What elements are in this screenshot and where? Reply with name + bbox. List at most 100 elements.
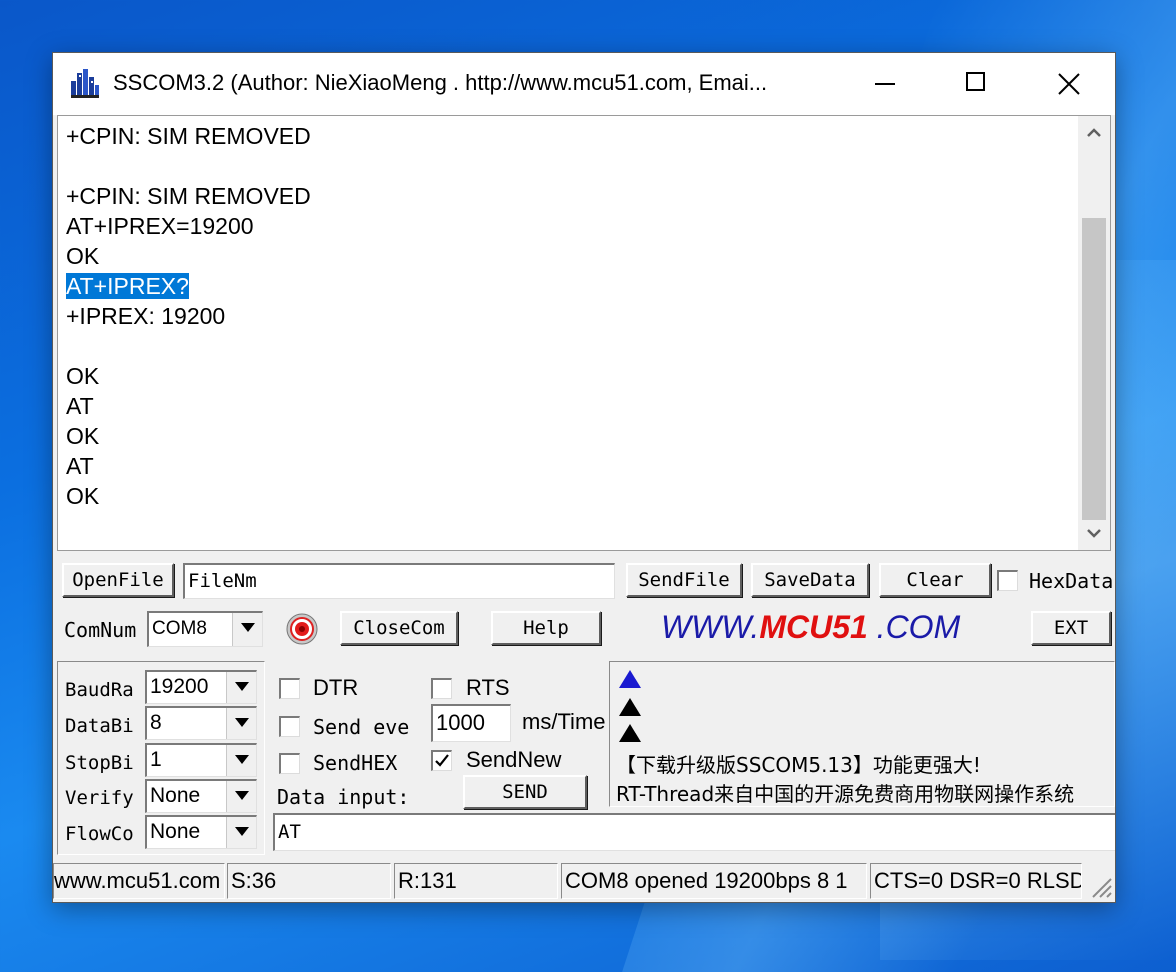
- arrow-up-black-icon[interactable]: [618, 723, 642, 743]
- send-every-label: Send eve: [313, 715, 410, 739]
- receive-line: AT: [66, 453, 94, 479]
- stopbits-value: 1: [150, 748, 162, 771]
- scroll-down-button[interactable]: [1078, 518, 1110, 548]
- receive-textarea[interactable]: +CPIN: SIM REMOVED +CPIN: SIM REMOVED AT…: [57, 115, 1111, 551]
- interval-field[interactable]: 1000: [431, 704, 511, 742]
- logo-mcu51: MCU51: [759, 609, 868, 645]
- databits-label: DataBi: [65, 715, 134, 737]
- receive-line: [66, 151, 1076, 181]
- verify-label: Verify: [65, 787, 134, 809]
- receive-lines: +CPIN: SIM REMOVED +CPIN: SIM REMOVED AT…: [66, 121, 1076, 511]
- rtthread-link[interactable]: RT-Thread来自中国的开源免费商用物联网操作系统: [616, 778, 1112, 807]
- sendfile-button[interactable]: SendFile: [626, 563, 742, 597]
- checkmark-icon: [435, 754, 449, 767]
- baudrate-select[interactable]: 19200: [145, 670, 257, 704]
- mcu51-logo[interactable]: WWW.MCU51 .COM: [661, 607, 960, 647]
- status-port: COM8 opened 19200bps 8 1: [561, 863, 867, 899]
- chevron-up-icon: [1087, 128, 1101, 137]
- dtr-checkbox[interactable]: [279, 678, 300, 699]
- receive-line-selected: AT+IPREX?: [66, 273, 189, 299]
- port-status-led-icon: [286, 613, 318, 645]
- baudrate-dropdown[interactable]: [226, 672, 256, 703]
- dropdown-arrow-icon: [235, 791, 249, 800]
- databits-value: 8: [150, 711, 162, 734]
- comnum-dropdown[interactable]: [232, 613, 262, 646]
- flowcontrol-select[interactable]: None: [145, 815, 257, 849]
- scroll-thumb[interactable]: [1082, 218, 1106, 520]
- comnum-label: ComNum: [64, 618, 137, 642]
- help-button[interactable]: Help: [491, 611, 601, 645]
- flowcontrol-value: None: [150, 820, 201, 843]
- logo-www: WWW.: [661, 609, 760, 645]
- verify-select[interactable]: None: [145, 779, 257, 813]
- upgrade-link[interactable]: 【下载升级版SSCOM5.13】功能更强大!: [616, 749, 1112, 778]
- data-input-label: Data input:: [277, 785, 410, 809]
- dropdown-arrow-icon: [235, 827, 249, 836]
- stopbits-label: StopBi: [65, 752, 134, 774]
- dropdown-arrow-icon: [235, 682, 249, 691]
- arrow-up-blue-icon[interactable]: [618, 669, 642, 689]
- ms-time-label: ms/Time: [522, 709, 606, 734]
- databits-dropdown[interactable]: [226, 708, 256, 739]
- sendnew-checkbox[interactable]: [431, 750, 452, 771]
- dropdown-arrow-icon: [241, 623, 255, 632]
- baudrate-label: BaudRa: [65, 679, 134, 701]
- receive-line: +CPIN: SIM REMOVED: [66, 123, 311, 149]
- status-bar: www.mcu51.com S:36 R:131 COM8 opened 192…: [53, 861, 1115, 902]
- minimize-button[interactable]: [839, 53, 931, 115]
- hexdata-checkbox[interactable]: [997, 570, 1018, 591]
- receive-line: OK: [66, 243, 100, 269]
- arrow-up-black-icon[interactable]: [618, 697, 642, 717]
- ext-button[interactable]: EXT: [1031, 611, 1111, 645]
- scroll-up-button[interactable]: [1078, 118, 1110, 148]
- maximize-icon: [966, 72, 985, 91]
- sscom-window: SSCOM3.2 (Author: NieXiaoMeng . http://w…: [52, 52, 1116, 903]
- openfile-button[interactable]: OpenFile: [62, 563, 174, 597]
- clear-button[interactable]: Clear: [879, 563, 991, 597]
- verify-dropdown[interactable]: [226, 781, 256, 812]
- status-sent: S:36: [227, 863, 391, 899]
- receive-line: AT+IPREX=19200: [66, 213, 254, 239]
- verify-value: None: [150, 784, 201, 807]
- filename-field[interactable]: FileNm: [183, 563, 615, 599]
- send-button[interactable]: SEND: [463, 775, 587, 809]
- dropdown-arrow-icon: [235, 755, 249, 764]
- flowcontrol-label: FlowCo: [65, 823, 134, 845]
- rts-label: RTS: [466, 675, 510, 700]
- status-site: www.mcu51.com: [53, 863, 225, 899]
- resize-grip-icon[interactable]: [1087, 873, 1113, 899]
- receive-line: +CPIN: SIM REMOVED: [66, 183, 311, 209]
- close-button[interactable]: [1023, 53, 1115, 115]
- hexdata-label: HexData: [1029, 569, 1114, 593]
- receive-line: [66, 331, 1076, 361]
- data-input-field[interactable]: AT: [273, 813, 1115, 851]
- rts-checkbox[interactable]: [431, 678, 452, 699]
- send-every-checkbox[interactable]: [279, 716, 300, 737]
- closecom-button[interactable]: CloseCom: [340, 611, 458, 645]
- status-signals: CTS=0 DSR=0 RLSD: [870, 863, 1082, 899]
- dtr-label: DTR: [313, 675, 359, 700]
- databits-select[interactable]: 8: [145, 706, 257, 740]
- maximize-button[interactable]: [931, 53, 1023, 115]
- chevron-down-icon: [1087, 529, 1101, 538]
- close-icon: [1058, 73, 1080, 95]
- stopbits-dropdown[interactable]: [226, 745, 256, 776]
- stopbits-select[interactable]: 1: [145, 743, 257, 777]
- sendhex-label: SendHEX: [313, 751, 398, 775]
- receive-line: AT: [66, 393, 94, 419]
- title-bar[interactable]: SSCOM3.2 (Author: NieXiaoMeng . http://w…: [53, 53, 1115, 115]
- receive-scrollbar[interactable]: [1078, 116, 1110, 550]
- dropdown-arrow-icon: [235, 718, 249, 727]
- savedata-button[interactable]: SaveData: [751, 563, 869, 597]
- minimize-icon: [875, 83, 895, 85]
- sendhex-checkbox[interactable]: [279, 753, 300, 774]
- receive-line: OK: [66, 483, 100, 509]
- window-title: SSCOM3.2 (Author: NieXiaoMeng . http://w…: [113, 70, 768, 95]
- sscom-app-icon: [71, 69, 99, 98]
- comnum-select[interactable]: COM8: [147, 611, 263, 647]
- sendnew-label: SendNew: [466, 747, 562, 772]
- flowcontrol-dropdown[interactable]: [226, 817, 256, 848]
- status-received: R:131: [394, 863, 558, 899]
- baudrate-value: 19200: [150, 675, 209, 698]
- logo-com: .COM: [867, 609, 961, 645]
